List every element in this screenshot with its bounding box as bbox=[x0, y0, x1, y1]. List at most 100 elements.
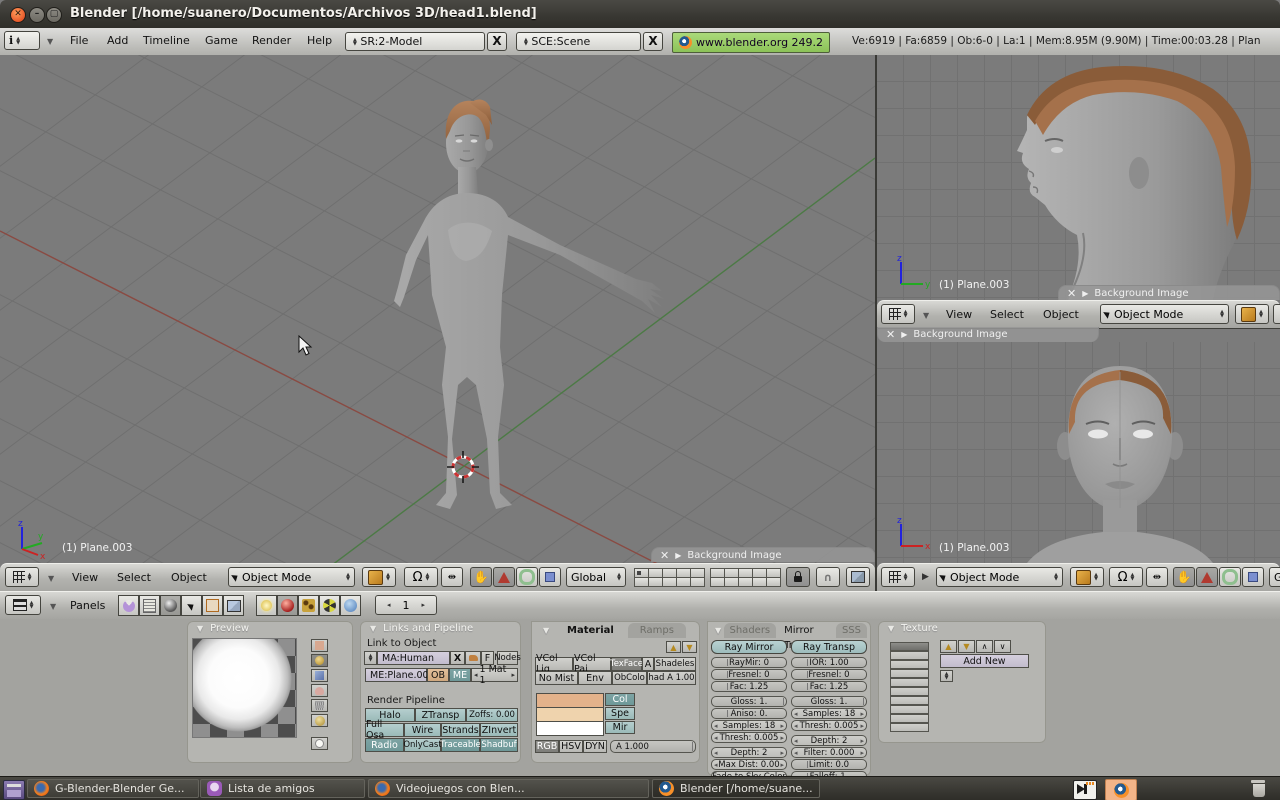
expand-icon[interactable]: ▶ bbox=[901, 330, 907, 339]
ray-mirror-toggle[interactable]: Ray Mirror bbox=[711, 640, 787, 654]
ior-slider[interactable]: IOR: 1.00 bbox=[791, 657, 867, 668]
taskbar-item-amigos[interactable]: Lista de amigos bbox=[200, 779, 365, 798]
tab-sss[interactable]: SSS bbox=[836, 623, 867, 638]
tab-material[interactable]: Material bbox=[555, 623, 626, 638]
shad-a-field[interactable]: had A 1.00 bbox=[647, 671, 696, 685]
collapse-menus-icon[interactable]: ▼ bbox=[48, 574, 54, 583]
background-image-panel-side[interactable]: ✕ ▶ Background Image bbox=[1058, 285, 1280, 300]
panels-menu[interactable]: Panels bbox=[70, 599, 105, 612]
menu-object[interactable]: Object bbox=[171, 571, 207, 584]
texture-slot[interactable] bbox=[890, 687, 929, 696]
fac-slider[interactable]: Fac: 1.25 bbox=[711, 681, 787, 692]
limit-slider[interactable]: Limit: 0.0 bbox=[791, 759, 867, 770]
auto-name-button[interactable] bbox=[465, 651, 481, 665]
close-window-icon[interactable]: ✕ bbox=[10, 7, 26, 23]
raymir-slider[interactable]: RayMir: 0 bbox=[711, 657, 787, 668]
script-buttons[interactable] bbox=[139, 595, 160, 616]
rgb-button[interactable]: RGB bbox=[535, 740, 559, 753]
preview-cube-button[interactable] bbox=[311, 669, 328, 682]
collapse-panel-icon[interactable]: ▼ bbox=[197, 624, 203, 633]
menu-render[interactable]: Render bbox=[252, 34, 291, 47]
layer-buttons-2[interactable] bbox=[710, 568, 780, 586]
render-preview-button[interactable] bbox=[846, 567, 870, 587]
mode-combo[interactable]: Object Mode ▲▼ bbox=[1100, 304, 1229, 324]
editor-type-selector[interactable]: ▲▼ bbox=[881, 567, 915, 587]
texture-buttons[interactable] bbox=[298, 595, 319, 616]
background-image-panel-main[interactable]: ✕ ▶ Background Image bbox=[651, 547, 875, 562]
menu-timeline[interactable]: Timeline bbox=[143, 34, 190, 47]
trash-icon[interactable] bbox=[1251, 780, 1267, 798]
shadbuf-toggle[interactable]: Shadbuf bbox=[480, 738, 518, 752]
world-buttons[interactable] bbox=[340, 595, 361, 616]
texture-slot[interactable] bbox=[890, 696, 929, 705]
collapse-panel-icon[interactable]: ▼ bbox=[370, 624, 376, 633]
mesh-name-field[interactable]: ME:Plane.003 bbox=[365, 668, 427, 682]
paste-texture-button[interactable]: ▼ bbox=[958, 640, 975, 653]
copy-material-button[interactable]: ▲ bbox=[666, 641, 681, 653]
tab-ramps[interactable]: Ramps bbox=[628, 623, 686, 638]
collapse-panel-icon[interactable]: ▼ bbox=[715, 626, 721, 635]
taskbar-item-gblender[interactable]: G-Blender-Blender Ge... bbox=[27, 779, 199, 798]
mode-combo[interactable]: Object Mode ▲▼ bbox=[936, 567, 1063, 587]
specular-color-swatch[interactable] bbox=[536, 707, 604, 722]
window-type-selector[interactable]: i▲▼ bbox=[4, 31, 40, 50]
object-buttons[interactable] bbox=[181, 595, 202, 616]
ztransp-toggle[interactable]: ZTransp bbox=[415, 708, 466, 722]
draw-type-combo[interactable]: ▲▼ bbox=[1070, 567, 1104, 587]
screen-delete-button[interactable]: X bbox=[487, 32, 507, 51]
thresh-stepper[interactable]: Thresh: 0.005 bbox=[711, 732, 787, 743]
frame-number-field[interactable]: ◂ 1 ▸ bbox=[375, 595, 437, 615]
unlink-material-button[interactable]: X bbox=[450, 651, 465, 665]
material-browse-button[interactable]: ▲▼ bbox=[364, 651, 377, 665]
collapse-panel-icon[interactable]: ▼ bbox=[543, 626, 549, 635]
menu-object[interactable]: Object bbox=[1043, 308, 1079, 321]
close-icon[interactable]: ✕ bbox=[660, 549, 669, 562]
manipulator-toggle[interactable]: ✋ bbox=[1173, 567, 1195, 587]
taskbar-item-videojuegos[interactable]: Videojuegos con Blen... bbox=[368, 779, 649, 798]
rotate-manipulator[interactable] bbox=[1219, 567, 1241, 587]
vcol-light-toggle[interactable]: VCol Lig bbox=[535, 657, 573, 671]
mirror-color-swatch[interactable] bbox=[536, 721, 604, 736]
menu-help[interactable]: Help bbox=[307, 34, 332, 47]
expand-icon[interactable]: ▶ bbox=[675, 551, 681, 560]
texture-slot[interactable] bbox=[890, 678, 929, 687]
frame-prev-icon[interactable]: ◂ bbox=[387, 601, 391, 609]
a-toggle[interactable]: A bbox=[642, 657, 654, 671]
expand-menus-icon[interactable]: ▶ bbox=[922, 572, 929, 582]
vcol-paint-toggle[interactable]: VCol Pai bbox=[573, 657, 611, 671]
proportional-edit-icon[interactable]: ⇹ bbox=[441, 567, 463, 587]
gloss-slider[interactable]: Gloss: 1. bbox=[711, 696, 787, 707]
window-list-icon[interactable] bbox=[3, 780, 25, 800]
preview-monkey-button[interactable] bbox=[311, 684, 328, 697]
mode-combo[interactable]: Object Mode ▲▼ bbox=[228, 567, 355, 587]
dyn-button[interactable]: DYN bbox=[583, 740, 607, 753]
samples-stepper[interactable]: Samples: 18 bbox=[711, 720, 787, 731]
material-index-field[interactable]: ◂1 Mat 1▸ bbox=[471, 668, 518, 682]
fresnel-t-slider[interactable]: Fresnel: 0 bbox=[791, 669, 867, 680]
lock-layers-toggle[interactable] bbox=[786, 567, 810, 587]
pivot-selector[interactable]: Ω▲▼ bbox=[404, 567, 438, 587]
snap-toggle[interactable]: ∩ bbox=[816, 567, 840, 587]
expand-icon[interactable]: ▶ bbox=[1082, 289, 1088, 298]
collapse-panel-icon[interactable]: ▼ bbox=[888, 624, 894, 633]
paste-material-button[interactable]: ▼ bbox=[682, 641, 697, 653]
lamp-buttons[interactable] bbox=[256, 595, 277, 616]
texture-browse-button[interactable]: ▲▼ bbox=[940, 670, 953, 682]
me-button[interactable]: ME bbox=[449, 668, 471, 682]
fake-user-button[interactable]: F bbox=[481, 651, 494, 665]
depth-t-stepper[interactable]: Depth: 2 bbox=[791, 735, 867, 746]
menu-select[interactable]: Select bbox=[990, 308, 1024, 321]
gloss-t-slider[interactable]: Gloss: 1. bbox=[791, 696, 867, 707]
nomist-toggle[interactable]: No Mist bbox=[535, 671, 578, 685]
collapse-header-icon[interactable]: ▼ bbox=[47, 37, 53, 46]
texture-slot[interactable] bbox=[890, 669, 929, 678]
nodes-button[interactable]: Nodes bbox=[497, 651, 518, 665]
scene-buttons[interactable] bbox=[223, 595, 244, 616]
col-button[interactable]: Col bbox=[605, 693, 635, 706]
minimize-window-icon[interactable]: – bbox=[29, 7, 45, 23]
depth-stepper[interactable]: Depth: 2 bbox=[711, 747, 787, 758]
maxdist-stepper[interactable]: Max Dist: 0.00 bbox=[711, 759, 787, 770]
scale-manipulator[interactable] bbox=[539, 567, 561, 587]
preview-osa-button[interactable] bbox=[311, 737, 328, 750]
screen-layout-combo[interactable]: ▲▼ SR:2-Model bbox=[345, 32, 485, 51]
